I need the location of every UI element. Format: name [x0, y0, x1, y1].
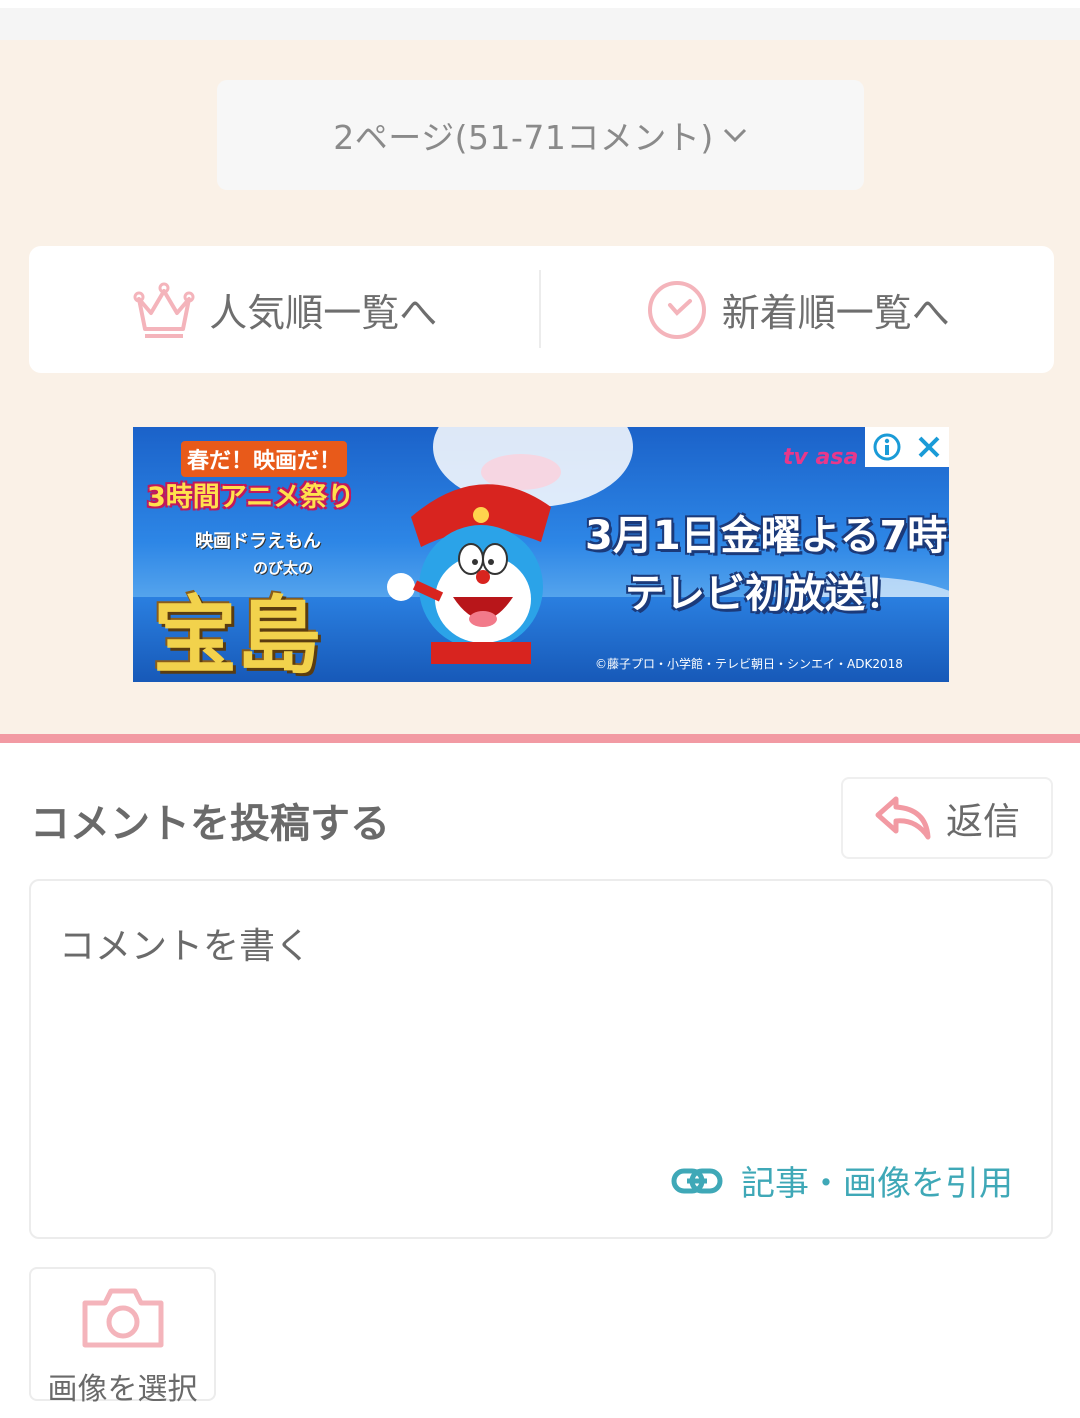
section-divider — [0, 734, 1080, 743]
ad-badge — [865, 427, 949, 467]
image-select-label: 画像を選択 — [47, 1372, 198, 1407]
ad-line1: 3月1日金曜よる7時 — [585, 513, 948, 559]
ad-banner[interactable]: 春だ！映画だ！ 3時間アニメ祭り 映画ドラえもん のび太の 宝島 tv asa … — [133, 427, 949, 682]
comment-placeholder: コメントを書く — [59, 926, 312, 967]
ranking-nav: 人気順一覧へ 新着順一覧へ — [29, 246, 1054, 373]
reply-icon — [875, 796, 931, 840]
reply-button[interactable]: 返信 — [841, 777, 1053, 859]
clock-icon — [647, 280, 706, 339]
quote-link[interactable]: 記事・画像を引用 — [671, 1156, 1013, 1205]
page-selector[interactable]: 2ページ(51-71コメント) — [217, 40, 864, 190]
ad-copyright: ©藤子プロ・小学館・テレビ朝日・シンエイ・ADK2018 — [595, 657, 903, 671]
doraemon-pirate-illustration — [387, 454, 561, 664]
chevron-down-icon — [723, 128, 746, 143]
page-selector-label: 2ページ(51-71コメント) — [333, 118, 714, 157]
ad-title: 宝島 — [153, 586, 322, 682]
newest-link-label: 新着順一覧へ — [721, 291, 950, 335]
ad-subtitle: 映画ドラえもん — [195, 531, 321, 552]
camera-icon — [82, 1288, 164, 1348]
ad-top-tag: 春だ！映画だ！ — [181, 441, 348, 477]
comment-textarea[interactable]: コメントを書く 記事・画像を引用 — [29, 879, 1053, 1239]
close-icon[interactable] — [915, 433, 943, 461]
newest-link[interactable]: 新着順一覧へ — [542, 246, 1055, 373]
comment-form-title: コメントを投稿する — [30, 801, 390, 847]
ad-broadcaster: tv asa — [783, 445, 859, 470]
image-select-button[interactable]: 画像を選択 — [29, 1267, 216, 1407]
popular-link-label: 人気順一覧へ — [209, 291, 438, 335]
popular-link[interactable]: 人気順一覧へ — [29, 246, 542, 373]
page-selector-box[interactable]: 2ページ(51-71コメント) — [217, 80, 864, 190]
ad-festival-text: 3時間アニメ祭り — [147, 482, 355, 513]
top-strip — [0, 0, 1080, 40]
divider — [539, 270, 541, 348]
quote-link-label: 記事・画像を引用 — [741, 1164, 1013, 1204]
reply-button-label: 返信 — [946, 800, 1020, 843]
info-icon[interactable] — [872, 432, 902, 462]
link-icon — [671, 1168, 723, 1193]
crown-icon — [133, 282, 195, 338]
ad-line2: テレビ初放送！ — [625, 571, 905, 617]
